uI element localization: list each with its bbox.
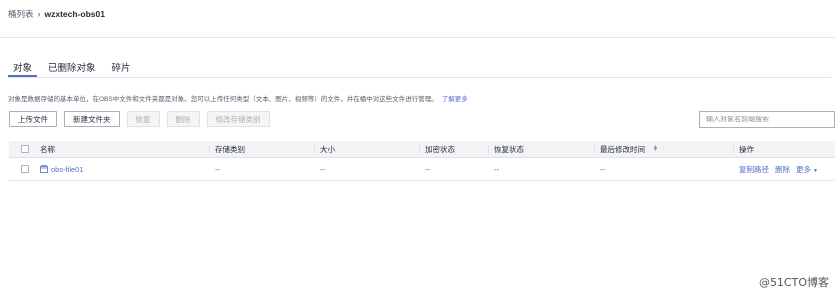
row-last-modified: -- (600, 164, 605, 174)
toolbar: 上传文件 新建文件夹 恢复 删除 修改存储类别 (9, 111, 277, 127)
search-input[interactable] (706, 116, 834, 123)
objects-table: 名称 存储类别 大小 加密状态 恢复状态 最后修改时间 ▲ ▼ 操作 obs-fi… (9, 141, 835, 181)
chevron-down-icon: ▼ (813, 167, 818, 174)
file-icon (40, 165, 48, 173)
objects-description: 对象是数据存储的基本单位，在OBS中文件和文件夹都是对象。您可以上传任何类型（文… (8, 93, 468, 103)
tab-fragments[interactable]: 碎片 (107, 58, 136, 77)
header-name: 名称 (40, 144, 55, 154)
row-operations: 复制路径 删除 更多 ▼ (739, 158, 835, 180)
description-text: 对象是数据存储的基本单位，在OBS中文件和文件夹都是对象。您可以上传任何类型（文… (8, 96, 438, 103)
select-all-cell (9, 141, 40, 157)
search-box (699, 111, 835, 128)
watermark: @51CTO博客 (758, 276, 829, 289)
object-name-link[interactable]: obs-file01 (51, 165, 84, 174)
table-header: 名称 存储类别 大小 加密状态 恢复状态 最后修改时间 ▲ ▼ 操作 (9, 141, 835, 158)
table-row: obs-file01 -- -- -- -- -- 复制路径 删除 更多 ▼ (9, 158, 835, 181)
header-last-modified-label: 最后修改时间 (600, 144, 645, 154)
tab-deleted-objects[interactable]: 已删除对象 (43, 58, 101, 77)
new-folder-button[interactable]: 新建文件夹 (64, 111, 120, 127)
row-size: -- (320, 164, 325, 174)
breadcrumb-separator: › (37, 9, 41, 19)
more-dropdown[interactable]: 更多 ▼ (796, 164, 818, 175)
more-label: 更多 (796, 164, 811, 174)
row-checkbox[interactable] (20, 165, 29, 173)
change-storage-class-button[interactable]: 修改存储类别 (206, 111, 270, 127)
row-storage-class: -- (215, 164, 220, 174)
row-select-cell (9, 158, 40, 180)
row-encryption: -- (425, 164, 430, 174)
learn-more-link[interactable]: 了解更多 (442, 96, 468, 103)
upload-file-button[interactable]: 上传文件 (9, 111, 57, 127)
sort-icon[interactable]: ▲ ▼ (653, 145, 658, 153)
object-tabs: 对象 已删除对象 碎片 (8, 58, 831, 78)
header-divider (0, 37, 835, 38)
breadcrumb-current-bucket: wzxtech-obs01 (44, 9, 105, 19)
tab-objects[interactable]: 对象 (8, 58, 38, 77)
copy-path-link[interactable]: 复制路径 (739, 164, 769, 175)
row-name-cell: obs-file01 (40, 158, 215, 180)
row-restore-status: -- (494, 164, 499, 174)
restore-button[interactable]: 恢复 (126, 111, 160, 127)
header-operation: 操作 (733, 141, 835, 157)
delete-button[interactable]: 删除 (166, 111, 200, 127)
row-delete-link[interactable]: 删除 (775, 164, 790, 175)
select-all-checkbox[interactable] (20, 145, 29, 153)
breadcrumb: 桶列表 › wzxtech-obs01 (8, 8, 105, 20)
header-last-modified[interactable]: 最后修改时间 ▲ ▼ (594, 141, 739, 157)
header-storage-class: 存储类别 (209, 141, 320, 157)
header-restore-status: 恢复状态 (488, 141, 600, 157)
breadcrumb-bucket-list-link[interactable]: 桶列表 (8, 8, 34, 20)
header-size: 大小 (314, 141, 425, 157)
header-encryption: 加密状态 (419, 141, 494, 157)
